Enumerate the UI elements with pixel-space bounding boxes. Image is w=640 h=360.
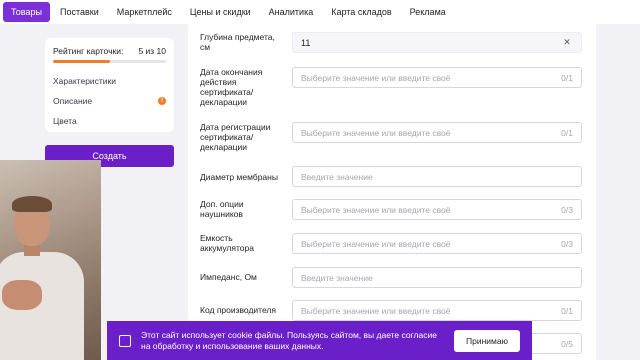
cookie-banner: Этот сайт использует cookie файлы. Польз… <box>107 321 532 360</box>
rating-row: Рейтинг карточки: 5 из 10 <box>53 46 166 56</box>
field-counter: 0/1 <box>561 305 573 316</box>
tab-warehouse-map[interactable]: Карта складов <box>323 3 399 21</box>
tab-advertising[interactable]: Реклама <box>402 3 454 21</box>
field-label: Диаметр мембраны <box>200 172 278 182</box>
field-counter: 0/5 <box>561 338 573 349</box>
checkbox-icon <box>119 334 131 347</box>
field-counter: 0/3 <box>561 204 573 215</box>
field-placeholder: Введите значение <box>301 272 373 283</box>
field-placeholder: Выберите значение или введите своё <box>301 127 451 138</box>
cookie-text: Этот сайт использует cookie файлы. Польз… <box>141 329 437 351</box>
tab-prices-discounts[interactable]: Цены и скидки <box>182 3 259 21</box>
characteristics-form: Глубина предмета, см 11 ✕ Дата окончания… <box>188 24 596 360</box>
membrane-diameter-input[interactable]: Введите значение <box>292 166 582 187</box>
field-counter: 0/1 <box>561 127 573 138</box>
cert-reg-date-select[interactable]: Выберите значение или введите своё 0/1 <box>292 122 582 143</box>
tab-marketplace[interactable]: Маркетплейс <box>109 3 180 21</box>
field-label: Импеданс, Ом <box>200 272 257 282</box>
field-label: Код производителя <box>200 305 276 315</box>
clear-icon[interactable]: ✕ <box>561 37 573 49</box>
manufacturer-code-select[interactable]: Выберите значение или введите своё 0/1 <box>292 300 582 321</box>
warning-badge-icon: ! <box>158 97 166 105</box>
nav-link-label: Описание <box>53 96 93 106</box>
nav-link-label: Цвета <box>53 116 77 126</box>
field-placeholder: Выберите значение или введите своё <box>301 305 451 316</box>
rating-value: 5 из 10 <box>138 46 166 56</box>
depth-input[interactable]: 11 ✕ <box>292 32 582 53</box>
top-navigation: Товары Поставки Маркетплейс Цены и скидк… <box>0 0 640 24</box>
field-counter: 0/3 <box>561 238 573 249</box>
rating-label: Рейтинг карточки: <box>53 46 124 56</box>
accept-cookies-button[interactable]: Принимаю <box>454 329 520 352</box>
field-label: Глубина предмета, см <box>200 32 275 52</box>
webcam-person-hand <box>2 280 42 310</box>
field-label: Доп. опции наушников <box>200 199 244 219</box>
field-placeholder: Введите значение <box>301 171 373 182</box>
rating-progress-fill <box>53 60 110 63</box>
nav-link-colors[interactable]: Цвета <box>53 116 166 126</box>
webcam-overlay <box>0 160 101 360</box>
cert-end-date-select[interactable]: Выберите значение или введите своё 0/1 <box>292 67 582 88</box>
field-label: Дата окончания действия сертификата/декл… <box>200 67 263 107</box>
webcam-person-hair <box>12 196 52 212</box>
field-placeholder: Выберите значение или введите своё <box>301 72 451 83</box>
field-placeholder: Выберите значение или введите своё <box>301 238 451 249</box>
tab-products[interactable]: Товары <box>3 2 50 22</box>
rating-progress-bar <box>53 60 166 63</box>
nav-link-characteristics[interactable]: Характеристики <box>53 76 166 86</box>
headphone-options-select[interactable]: Выберите значение или введите своё 0/3 <box>292 199 582 220</box>
field-placeholder: Выберите значение или введите своё <box>301 204 451 215</box>
nav-link-description[interactable]: Описание ! <box>53 96 166 106</box>
impedance-input[interactable]: Введите значение <box>292 267 582 288</box>
tab-supplies[interactable]: Поставки <box>52 3 107 21</box>
field-counter: 0/1 <box>561 72 573 83</box>
tab-analytics[interactable]: Аналитика <box>261 3 322 21</box>
field-value: 11 <box>301 37 311 48</box>
battery-capacity-select[interactable]: Выберите значение или введите своё 0/3 <box>292 233 582 254</box>
field-label: Емкость аккумулятора <box>200 233 254 253</box>
field-label: Дата регистрации сертификата/декларации <box>200 122 271 152</box>
card-rating-panel: Рейтинг карточки: 5 из 10 Характеристики… <box>45 38 174 132</box>
nav-link-label: Характеристики <box>53 76 117 86</box>
